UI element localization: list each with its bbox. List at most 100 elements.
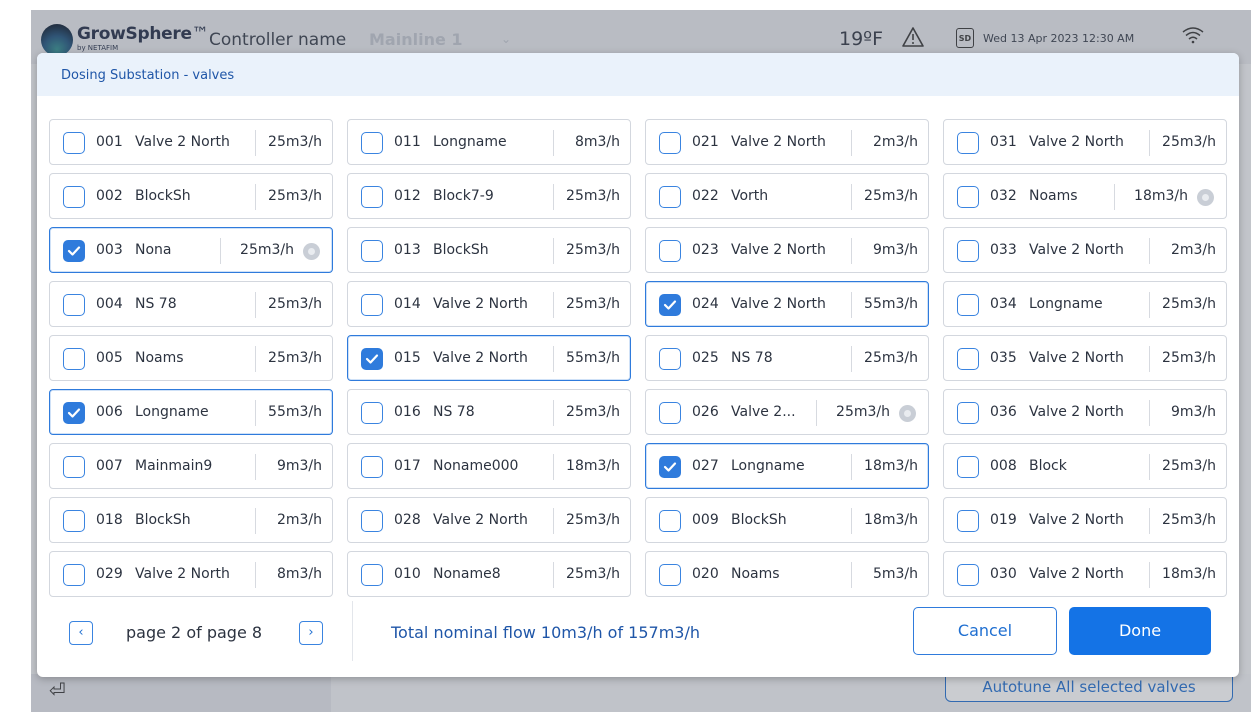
valve-checkbox[interactable] [361, 402, 383, 424]
valve-name: Longname [731, 458, 805, 474]
divider [553, 508, 554, 534]
valve-checkbox[interactable] [63, 132, 85, 154]
valve-flow: 25m3/h [1162, 512, 1216, 528]
valve-flow: 25m3/h [1162, 458, 1216, 474]
valve-checkbox[interactable] [361, 240, 383, 262]
valve-checkbox[interactable] [361, 348, 383, 370]
valve-item[interactable]: 036 Valve 2 North 9m3/h [943, 389, 1227, 435]
valve-checkbox[interactable] [63, 240, 85, 262]
valve-checkbox[interactable] [63, 510, 85, 532]
valve-checkbox[interactable] [361, 186, 383, 208]
valve-checkbox[interactable] [361, 510, 383, 532]
valve-item[interactable]: 020 Noams 5m3/h [645, 551, 929, 597]
valve-checkbox[interactable] [63, 456, 85, 478]
valve-item[interactable]: 028 Valve 2 North 25m3/h [347, 497, 631, 543]
valve-item[interactable]: 005 Noams 25m3/h [49, 335, 333, 381]
valve-checkbox[interactable] [659, 240, 681, 262]
valve-number: 021 [692, 134, 719, 150]
valve-checkbox[interactable] [957, 564, 979, 586]
valve-checkbox[interactable] [659, 564, 681, 586]
valve-item[interactable]: 022 Vorth 25m3/h [645, 173, 929, 219]
valve-checkbox[interactable] [659, 510, 681, 532]
valve-checkbox[interactable] [659, 402, 681, 424]
valve-item[interactable]: 024 Valve 2 North 55m3/h [645, 281, 929, 327]
valve-item[interactable]: 009 BlockSh 18m3/h [645, 497, 929, 543]
next-page-button[interactable]: › [299, 621, 323, 645]
valve-checkbox[interactable] [361, 564, 383, 586]
valve-checkbox[interactable] [957, 456, 979, 478]
valve-item[interactable]: 025 NS 78 25m3/h [645, 335, 929, 381]
divider [1149, 346, 1150, 372]
valve-name: Noams [1029, 188, 1078, 204]
valve-item[interactable]: 015 Valve 2 North 55m3/h [347, 335, 631, 381]
valve-item[interactable]: 013 BlockSh 25m3/h [347, 227, 631, 273]
valve-item[interactable]: 019 Valve 2 North 25m3/h [943, 497, 1227, 543]
cancel-button[interactable]: Cancel [913, 607, 1057, 655]
valve-item[interactable]: 008 Block 25m3/h [943, 443, 1227, 489]
divider [553, 184, 554, 210]
valve-checkbox[interactable] [659, 456, 681, 478]
valve-checkbox[interactable] [957, 186, 979, 208]
valve-item[interactable]: 018 BlockSh 2m3/h [49, 497, 333, 543]
valve-item[interactable]: 031 Valve 2 North 25m3/h [943, 119, 1227, 165]
valve-checkbox[interactable] [63, 564, 85, 586]
valve-name: Noname000 [433, 458, 519, 474]
valve-item[interactable]: 033 Valve 2 North 2m3/h [943, 227, 1227, 273]
valve-checkbox[interactable] [957, 240, 979, 262]
valve-item[interactable]: 011 Longname 8m3/h [347, 119, 631, 165]
valve-checkbox[interactable] [659, 132, 681, 154]
valve-item[interactable]: 030 Valve 2 North 18m3/h [943, 551, 1227, 597]
divider [1149, 454, 1150, 480]
valve-checkbox[interactable] [361, 294, 383, 316]
valve-item[interactable]: 007 Mainmain9 9m3/h [49, 443, 333, 489]
valve-checkbox[interactable] [659, 294, 681, 316]
valve-checkbox[interactable] [957, 348, 979, 370]
valve-item[interactable]: 034 Longname 25m3/h [943, 281, 1227, 327]
valve-item[interactable]: 010 Noname8 25m3/h [347, 551, 631, 597]
valve-item[interactable]: 012 Block7-9 25m3/h [347, 173, 631, 219]
valve-item[interactable]: 032 Noams 18m3/h [943, 173, 1227, 219]
valve-item[interactable]: 002 BlockSh 25m3/h [49, 173, 333, 219]
valve-checkbox[interactable] [659, 348, 681, 370]
valve-number: 019 [990, 512, 1017, 528]
valve-number: 026 [692, 404, 719, 420]
valve-item[interactable]: 003 Nona 25m3/h [49, 227, 333, 273]
valve-item[interactable]: 026 Valve 2... 25m3/h [645, 389, 929, 435]
valve-checkbox[interactable] [63, 348, 85, 370]
valve-number: 028 [394, 512, 421, 528]
valve-flow: 55m3/h [864, 296, 918, 312]
valve-name: NS 78 [433, 404, 475, 420]
valve-number: 004 [96, 296, 123, 312]
valve-checkbox[interactable] [659, 186, 681, 208]
valve-checkbox[interactable] [957, 510, 979, 532]
valve-item[interactable]: 001 Valve 2 North 25m3/h [49, 119, 333, 165]
valve-checkbox[interactable] [957, 132, 979, 154]
valve-checkbox[interactable] [63, 294, 85, 316]
valve-item[interactable]: 014 Valve 2 North 25m3/h [347, 281, 631, 327]
divider [816, 400, 817, 426]
valve-checkbox[interactable] [361, 132, 383, 154]
valve-checkbox[interactable] [957, 294, 979, 316]
valve-checkbox[interactable] [361, 456, 383, 478]
divider [851, 184, 852, 210]
valve-checkbox[interactable] [63, 402, 85, 424]
valve-item[interactable]: 016 NS 78 25m3/h [347, 389, 631, 435]
valve-item[interactable]: 027 Longname 18m3/h [645, 443, 929, 489]
divider [255, 130, 256, 156]
prev-page-button[interactable]: ‹ [69, 621, 93, 645]
valve-item[interactable]: 029 Valve 2 North 8m3/h [49, 551, 333, 597]
valve-flow: 25m3/h [1162, 134, 1216, 150]
valve-item[interactable]: 017 Noname000 18m3/h [347, 443, 631, 489]
valve-item[interactable]: 006 Longname 55m3/h [49, 389, 333, 435]
done-button[interactable]: Done [1069, 607, 1211, 655]
valve-checkbox[interactable] [63, 186, 85, 208]
valve-flow: 55m3/h [566, 350, 620, 366]
valve-flow: 25m3/h [864, 188, 918, 204]
valve-item[interactable]: 004 NS 78 25m3/h [49, 281, 333, 327]
valve-item[interactable]: 023 Valve 2 North 9m3/h [645, 227, 929, 273]
valve-name: Longname [433, 134, 507, 150]
valve-checkbox[interactable] [957, 402, 979, 424]
valve-item[interactable]: 035 Valve 2 North 25m3/h [943, 335, 1227, 381]
valve-item[interactable]: 021 Valve 2 North 2m3/h [645, 119, 929, 165]
valve-name: Block7-9 [433, 188, 494, 204]
